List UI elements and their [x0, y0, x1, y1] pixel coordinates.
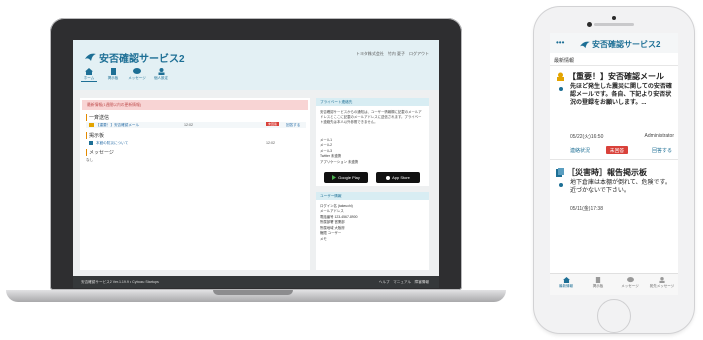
user-info-header: ユーザー情報 — [316, 192, 429, 200]
safety-item-title[interactable]: 【重要！】安否確認メール — [556, 71, 664, 82]
footer-version: 安否確認サービス2 Ver.1.19.9 • Cybozu Startups — [81, 280, 159, 284]
nav-message[interactable]: メッセージ — [128, 68, 146, 82]
phone-tab-bar: 最新情報 掲示板 メッセージ 宛先メッセージ — [550, 273, 678, 295]
more-icon[interactable]: ••• — [556, 38, 564, 47]
privacy-panel: プライベート連絡先 安否確認サービスからの通知は、ユーザー情報欄に記載のメールア… — [316, 98, 429, 186]
laptop-notch — [213, 290, 293, 295]
brand[interactable]: 安否確認サービス2 — [85, 50, 185, 65]
bullet-icon — [559, 183, 563, 187]
nav-board[interactable]: 掲示板 — [105, 68, 121, 82]
safety-row-title[interactable]: 【重要！】安否確認メール — [96, 123, 139, 128]
bullet-icon — [559, 87, 563, 91]
answer-link[interactable]: 回答する — [286, 123, 300, 128]
latest-panel: 最新情報(1週間以内の更新情報) 一斉送信 【重要！】安否確認メール 12:02… — [80, 98, 310, 270]
home-button[interactable] — [597, 299, 631, 333]
apple-icon — [386, 176, 391, 180]
divider — [550, 65, 678, 66]
speaker-grille — [594, 23, 634, 26]
account-bar[interactable]: トヨタ株式会社 竹内 夏子 ログアウト — [356, 51, 429, 57]
board-icon — [595, 277, 601, 283]
user-icon — [158, 68, 164, 75]
play-icon — [332, 175, 337, 180]
tab-direct-message[interactable]: 宛先メッセージ — [648, 274, 676, 295]
privacy-text: 安否確認サービスからの通知は、ユーザー情報欄に記載のメールアドレスとここに記載の… — [320, 110, 422, 124]
phone-screen: ••• 安否確認サービス2 最新情報 【重要！】安否確認メール 先ほど発生した震… — [550, 33, 678, 295]
message-icon — [626, 277, 634, 283]
nav-label: ホーム — [83, 76, 95, 80]
google-play-button[interactable]: Google Play — [324, 172, 368, 183]
bird-logo-icon — [580, 41, 590, 48]
privacy-list: メール1 メール2 メール3 Twitter 未連携 アプリケーション 未連携 — [320, 138, 358, 165]
privacy-item: アプリケーション 未連携 — [320, 159, 359, 164]
user-info-panel: ユーザー情報 ログイン名 (takeuchi) メールアドレス 電話番号 123… — [316, 192, 429, 270]
bird-logo-icon — [85, 53, 96, 61]
nav-settings[interactable]: 個人設定 — [153, 68, 169, 82]
board-row[interactable]: 本館の防災について 12:02 — [86, 140, 306, 146]
privacy-header: プライベート連絡先 — [316, 98, 429, 106]
home-icon — [562, 277, 570, 283]
laptop-screen: 安否確認サービス2 トヨタ株式会社 竹内 夏子 ログアウト ホーム 掲示板 メッ… — [73, 40, 439, 288]
board-row-title[interactable]: 本館の防災について — [96, 141, 128, 146]
board-section-title: 掲示板 — [86, 132, 104, 139]
message-icon — [133, 68, 141, 74]
footer-links[interactable]: ヘルプ マニュアル 障害情報 — [379, 280, 429, 285]
board-icon — [110, 68, 116, 75]
nav-label: 個人設定 — [154, 76, 168, 80]
sensor-icon — [587, 22, 592, 27]
phone-header: ••• 安否確認サービス2 — [550, 33, 678, 53]
home-icon — [85, 68, 93, 75]
status-link[interactable]: 連絡状況 — [570, 147, 590, 154]
nav-label: メッセージ — [128, 76, 146, 80]
board-item-body: 地下倉庫は本棚が倒れて、危険です。近づかないで下さい。 — [570, 180, 671, 195]
nav-home[interactable]: ホーム — [81, 68, 97, 82]
phone-brand-title: 安否確認サービス2 — [592, 40, 661, 49]
phone-section-title: 最新情報 — [554, 58, 575, 64]
safety-row[interactable]: 【重要！】安否確認メール 12:02 未回答 回答する — [86, 122, 306, 128]
phone-brand: 安否確認サービス2 — [580, 39, 660, 50]
board-icon — [89, 141, 93, 145]
answer-link[interactable]: 回答する — [652, 147, 672, 154]
divider — [550, 159, 678, 160]
board-item-date: 05/11(金)17:38 — [570, 206, 603, 212]
safety-item-body: 先ほど発生した震災に関しての安否確認メールです。各自、下記より安否状況の登録をお… — [570, 84, 672, 107]
front-camera-icon — [612, 16, 616, 20]
latest-banner: 最新情報(1週間以内の更新情報) — [82, 100, 308, 110]
main-nav: ホーム 掲示板 メッセージ 個人設定 — [81, 68, 169, 82]
board-icon — [556, 168, 564, 177]
user-info-list: ログイン名 (takeuchi) メールアドレス 電話番号 123-4567-8… — [320, 204, 358, 242]
app-store-button[interactable]: App Store — [376, 172, 420, 183]
alert-person-icon — [557, 72, 564, 81]
safety-item-date: 05/22(火)16:50 — [570, 134, 604, 140]
tab-latest[interactable]: 最新情報 — [552, 274, 580, 295]
unanswered-badge: 未回答 — [606, 146, 628, 154]
app-header: 安否確認サービス2 トヨタ株式会社 竹内 夏子 ログアウト ホーム 掲示板 メッ… — [73, 40, 439, 90]
brand-title: 安否確認サービス2 — [99, 54, 185, 65]
safety-row-time: 12:02 — [184, 123, 193, 127]
mail-icon — [89, 123, 94, 127]
tab-message[interactable]: メッセージ — [616, 274, 644, 295]
safety-item-author: Administrator — [644, 133, 674, 139]
unanswered-badge: 未回答 — [266, 122, 280, 126]
user-icon — [659, 277, 665, 283]
message-section-title: メッセージ — [86, 149, 114, 156]
user-info-item: メモ — [320, 236, 327, 241]
phone-mockup: ••• 安否確認サービス2 最新情報 【重要！】安否確認メール 先ほど発生した震… — [534, 7, 694, 333]
app-footer: 安否確認サービス2 Ver.1.19.9 • Cybozu Startups ヘ… — [73, 276, 439, 288]
tab-board[interactable]: 掲示板 — [584, 274, 612, 295]
safety-section-title: 一斉送信 — [86, 114, 109, 121]
message-empty: なし — [86, 158, 94, 162]
board-row-time: 12:02 — [266, 141, 275, 145]
board-item-title[interactable]: ［災害時］報告掲示板 — [556, 167, 647, 178]
nav-label: 掲示板 — [107, 76, 119, 80]
